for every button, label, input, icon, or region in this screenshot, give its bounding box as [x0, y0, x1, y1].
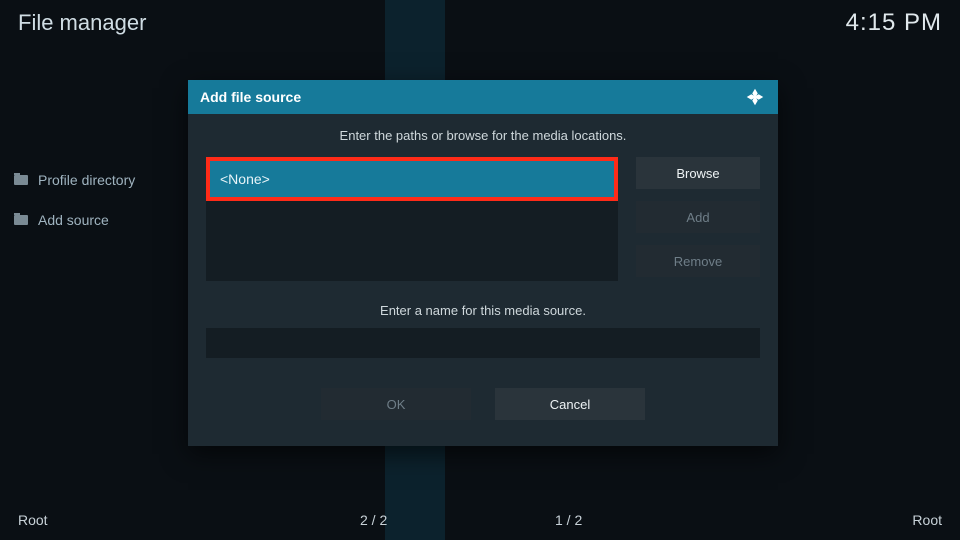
add-file-source-dialog: Add file source Enter the paths or brows… — [188, 80, 778, 446]
footer-count-right: 1 / 2 — [555, 512, 582, 528]
name-instruction-label: Enter a name for this media source. — [206, 303, 760, 318]
media-paths-row: <None> Browse Add Remove — [206, 157, 760, 281]
footer-count-left: 2 / 2 — [360, 512, 387, 528]
path-side-buttons: Browse Add Remove — [636, 157, 760, 281]
ok-button[interactable]: OK — [321, 388, 471, 420]
clock: 4:15 PM — [846, 9, 942, 37]
sidebar-item-label: Add source — [38, 212, 109, 228]
dialog-body: Enter the paths or browse for the media … — [188, 114, 778, 446]
kodi-logo-icon — [744, 86, 766, 108]
footer: Root 2 / 2 1 / 2 Root — [0, 500, 960, 540]
sidebar-item-profile-directory[interactable]: Profile directory — [14, 160, 160, 200]
dialog-title-text: Add file source — [200, 89, 301, 105]
path-input-value: <None> — [220, 171, 270, 187]
page-title: File manager — [18, 10, 146, 36]
browse-button[interactable]: Browse — [636, 157, 760, 189]
footer-right-label: Root — [912, 512, 942, 528]
path-input-none[interactable]: <None> — [206, 157, 618, 201]
remove-button[interactable]: Remove — [636, 245, 760, 277]
add-button[interactable]: Add — [636, 201, 760, 233]
folder-icon — [14, 215, 28, 225]
sidebar-item-label: Profile directory — [38, 172, 135, 188]
cancel-button[interactable]: Cancel — [495, 388, 645, 420]
footer-left-label: Root — [18, 512, 48, 528]
paths-area: <None> — [206, 157, 618, 281]
header: File manager 4:15 PM — [0, 0, 960, 46]
path-list-empty[interactable] — [206, 201, 618, 281]
dialog-titlebar: Add file source — [188, 80, 778, 114]
sidebar: Profile directory Add source — [0, 160, 160, 240]
media-name-input[interactable] — [206, 328, 760, 358]
path-instruction-label: Enter the paths or browse for the media … — [206, 128, 760, 143]
sidebar-item-add-source[interactable]: Add source — [14, 200, 160, 240]
dialog-action-row: OK Cancel — [206, 388, 760, 420]
folder-icon — [14, 175, 28, 185]
